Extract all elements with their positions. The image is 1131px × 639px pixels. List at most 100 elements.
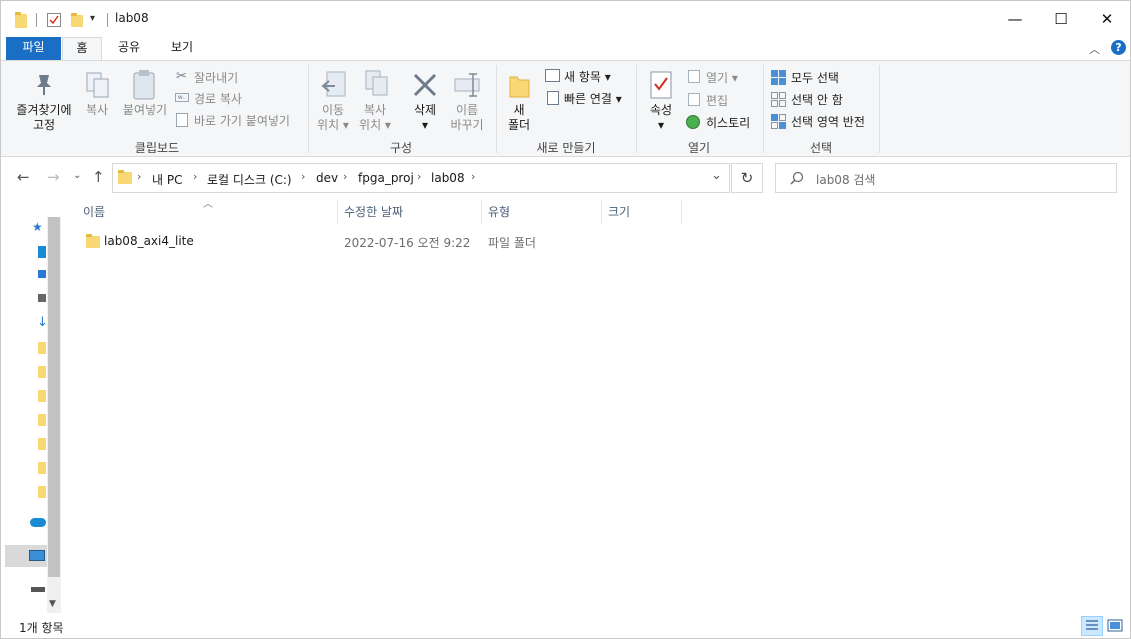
invert-selection-button[interactable]: 선택 영역 반전 xyxy=(791,113,865,130)
edit-button[interactable]: 편집 xyxy=(706,92,728,109)
maximize-button[interactable]: ☐ xyxy=(1038,1,1084,37)
tab-file[interactable]: 파일 xyxy=(6,37,61,60)
breadcrumb-dev[interactable]: dev xyxy=(316,171,338,185)
column-header-type[interactable]: 유형 xyxy=(488,203,510,223)
column-divider[interactable] xyxy=(601,200,602,224)
select-none-button[interactable]: 선택 안 함 xyxy=(791,91,843,108)
copy-button[interactable]: 복사 xyxy=(79,103,115,118)
pin-icon xyxy=(31,71,57,100)
copy-path-icon: w.. xyxy=(175,93,189,102)
column-header-name[interactable]: 이름 xyxy=(83,203,105,223)
clipboard-group-label: 클립보드 xyxy=(134,141,180,155)
folder-icon[interactable] xyxy=(38,342,46,354)
local-disk-icon[interactable] xyxy=(31,587,45,592)
delete-icon xyxy=(411,71,439,102)
customize-quick-access-icon[interactable]: ▾ xyxy=(90,13,95,24)
scroll-down-icon[interactable]: ▼ xyxy=(49,599,56,609)
chevron-right-icon[interactable]: › xyxy=(343,170,347,183)
folder-icon[interactable] xyxy=(38,462,46,474)
group-divider xyxy=(308,65,309,153)
this-pc-icon xyxy=(29,550,45,561)
folder-app-icon xyxy=(15,12,27,28)
ribbon: 즐겨찾기에 고정 복사 붙여넣기 ✂ 잘라내기 w.. 경로 복사 바로 가기 … xyxy=(1,60,1130,157)
breadcrumb-fpga-proj[interactable]: fpga_proj xyxy=(358,171,414,185)
folder-icon[interactable] xyxy=(38,390,46,402)
pin-to-quick-access-button[interactable]: 즐겨찾기에 고정 xyxy=(11,103,77,133)
help-icon[interactable]: ? xyxy=(1111,40,1126,55)
easy-access-icon xyxy=(547,91,559,105)
forward-arrow-icon[interactable]: → xyxy=(47,168,60,186)
folder-icon[interactable] xyxy=(38,414,46,426)
paste-icon xyxy=(132,69,158,104)
quick-access-star-icon[interactable]: ★ xyxy=(32,220,43,234)
tab-share[interactable]: 공유 xyxy=(108,37,150,60)
chevron-right-icon[interactable]: › xyxy=(137,170,141,183)
easy-access-button[interactable]: 빠른 연결 ▾ xyxy=(564,90,622,107)
chevron-right-icon[interactable]: › xyxy=(471,170,475,183)
cut-button[interactable]: 잘라내기 xyxy=(194,69,238,86)
file-row[interactable]: lab08_axi4_lite 2022-07-16 오전 9:22 파일 폴더 xyxy=(81,231,681,253)
group-divider xyxy=(879,65,880,153)
search-placeholder: lab08 검색 xyxy=(816,173,876,187)
apps-icon[interactable] xyxy=(38,270,46,278)
collapse-ribbon-icon[interactable]: ︿ xyxy=(1089,41,1100,57)
chevron-right-icon[interactable]: › xyxy=(193,170,197,183)
history-button[interactable]: 히스토리 xyxy=(706,114,750,131)
new-folder-button[interactable]: 새 폴더 xyxy=(501,103,537,133)
recent-locations-icon[interactable]: ⌄ xyxy=(73,170,81,181)
new-folder-quick-icon[interactable] xyxy=(71,13,83,27)
group-divider xyxy=(496,65,497,153)
search-box[interactable]: lab08 검색 xyxy=(775,163,1117,193)
breadcrumb-lab08[interactable]: lab08 xyxy=(431,171,465,185)
chevron-right-icon[interactable]: › xyxy=(301,170,305,183)
file-type: 파일 폴더 xyxy=(488,236,536,250)
folder-icon xyxy=(86,234,100,248)
tab-home[interactable]: 홈 xyxy=(62,37,102,62)
breadcrumb-local-disk[interactable]: 로컬 디스크 (C:) xyxy=(207,171,292,188)
paste-button[interactable]: 붙여넣기 xyxy=(117,103,173,118)
desktop-icon[interactable] xyxy=(38,246,46,258)
chevron-right-icon[interactable]: › xyxy=(417,170,421,183)
select-all-button[interactable]: 모두 선택 xyxy=(791,69,839,86)
rename-button[interactable]: 이름 바꾸기 xyxy=(445,103,489,133)
open-button[interactable]: 열기 ▾ xyxy=(706,69,738,86)
move-to-button[interactable]: 이동 위치 ▾ xyxy=(312,103,354,133)
address-history-dropdown-icon[interactable]: ⌄ xyxy=(711,168,722,183)
history-icon xyxy=(686,115,700,129)
minimize-button[interactable]: — xyxy=(992,1,1038,37)
breadcrumb-this-pc[interactable]: 내 PC xyxy=(152,171,182,188)
column-divider[interactable] xyxy=(481,200,482,224)
column-header-size[interactable]: 크기 xyxy=(608,203,630,223)
delete-button[interactable]: 삭제 ▾ xyxy=(405,103,445,133)
tab-view[interactable]: 보기 xyxy=(161,37,203,60)
paste-shortcut-button[interactable]: 바로 가기 붙여넣기 xyxy=(194,112,290,129)
folder-icon[interactable] xyxy=(38,366,46,378)
back-arrow-icon[interactable]: ← xyxy=(17,168,30,186)
organize-group-label: 구성 xyxy=(389,141,413,155)
close-button[interactable]: ✕ xyxy=(1084,1,1130,37)
close-icon: ✕ xyxy=(1100,10,1114,28)
rename-icon xyxy=(453,72,483,101)
refresh-button[interactable]: ↻ xyxy=(731,163,763,193)
quick-access-divider xyxy=(107,13,108,27)
folder-icon[interactable] xyxy=(38,438,46,450)
window-title: lab08 xyxy=(115,11,149,25)
large-icons-view-button[interactable] xyxy=(1104,616,1126,636)
copy-to-button[interactable]: 복사 위치 ▾ xyxy=(353,103,397,133)
properties-button[interactable]: 속성 ▾ xyxy=(641,103,681,133)
folder-icon[interactable] xyxy=(38,486,46,498)
drive-icon[interactable] xyxy=(38,294,46,302)
copy-path-button[interactable]: 경로 복사 xyxy=(194,90,242,107)
address-bar[interactable]: › 내 PC › 로컬 디스크 (C:) › dev › fpga_proj ›… xyxy=(112,163,730,193)
onedrive-icon[interactable] xyxy=(30,518,46,527)
up-arrow-icon[interactable]: ↑ xyxy=(92,168,105,186)
details-view-button[interactable] xyxy=(1081,616,1103,636)
properties-quick-icon[interactable] xyxy=(47,13,61,27)
invert-selection-icon xyxy=(771,114,786,132)
title-bar: ▾ lab08 — ☐ ✕ xyxy=(1,1,1130,37)
column-divider[interactable] xyxy=(337,200,338,224)
column-header-date-modified[interactable]: 수정한 날짜 xyxy=(344,203,403,223)
new-item-button[interactable]: 새 항목 ▾ xyxy=(564,68,611,85)
column-divider[interactable] xyxy=(681,200,682,224)
nav-pane-scrollbar-thumb[interactable] xyxy=(48,217,60,577)
